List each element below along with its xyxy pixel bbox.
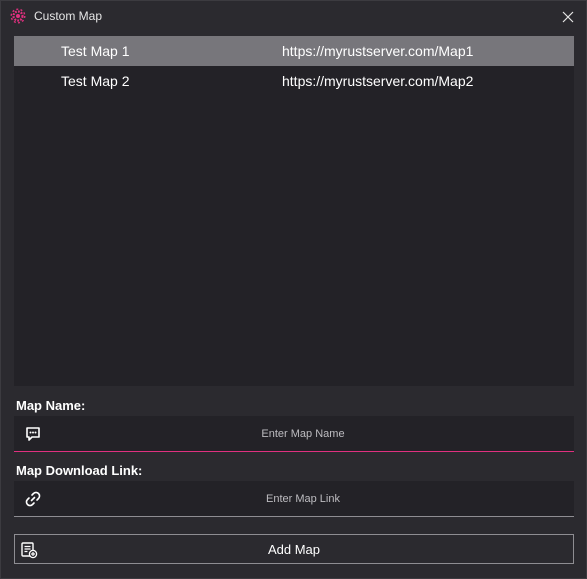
close-button[interactable] <box>558 7 578 27</box>
map-url: https://myrustserver.com/Map1 <box>282 43 474 59</box>
map-name: Test Map 1 <box>61 43 130 59</box>
link-icon <box>25 491 41 507</box>
map-url: https://myrustserver.com/Map2 <box>282 73 474 89</box>
window-title: Custom Map <box>34 9 103 23</box>
close-icon <box>562 11 574 23</box>
map-name: Test Map 2 <box>61 73 130 89</box>
map-list-item[interactable]: Test Map 1 https://myrustserver.com/Map1 <box>14 36 574 66</box>
map-link-input[interactable] <box>54 481 552 517</box>
map-name-input[interactable] <box>54 416 552 452</box>
chat-icon <box>26 427 40 441</box>
map-name-field <box>14 416 574 452</box>
map-name-label: Map Name: <box>16 398 86 413</box>
map-list: Test Map 1 https://myrustserver.com/Map1… <box>14 36 574 386</box>
gear-badge-icon <box>10 8 26 24</box>
title-bar: Custom Map <box>1 1 586 33</box>
map-list-item[interactable]: Test Map 2 https://myrustserver.com/Map2 <box>14 66 574 96</box>
map-link-label: Map Download Link: <box>16 463 143 478</box>
custom-map-window: Custom Map Test Map 1 https://myrustserv… <box>0 0 587 579</box>
add-map-label: Add Map <box>267 542 321 557</box>
map-link-field <box>14 481 574 517</box>
add-map-button[interactable]: Add Map <box>14 534 574 564</box>
